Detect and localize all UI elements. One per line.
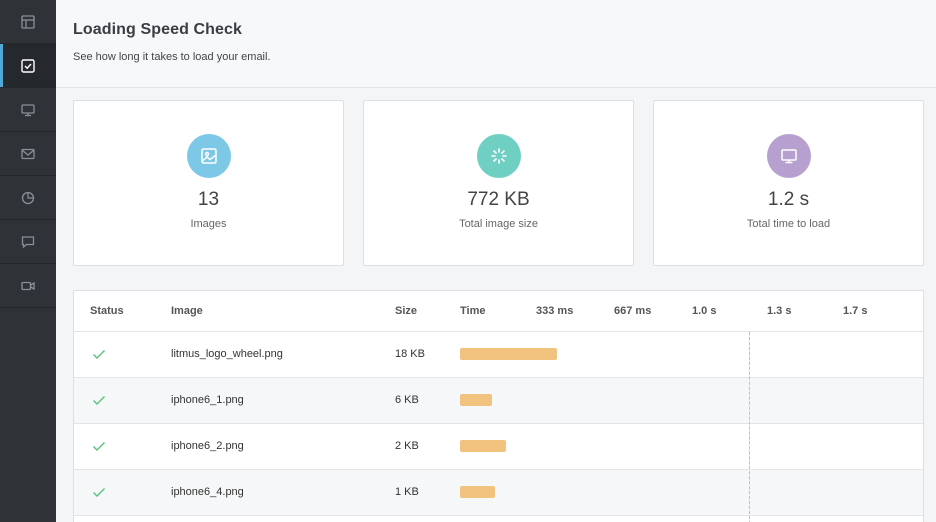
card-label: Total image size	[459, 218, 538, 230]
image-size: 18 KB	[395, 348, 425, 360]
mail-icon	[21, 148, 35, 159]
layout-icon	[21, 14, 35, 29]
table-row[interactable]: litmus_logo_wheel.png 18 KB	[74, 332, 923, 378]
summary-cards: 13 Images 772 KB Total image size 1.2 s …	[73, 100, 924, 266]
total-time-marker	[749, 332, 750, 522]
check-icon	[91, 484, 107, 503]
card-total-time: 1.2 s Total time to load	[653, 100, 924, 266]
tick-label: 667 ms	[614, 305, 652, 317]
image-size: 6 KB	[395, 394, 419, 406]
sidebar	[0, 0, 56, 522]
sidebar-item-analytics[interactable]	[0, 176, 56, 220]
sidebar-item-layout[interactable]	[0, 0, 56, 44]
time-bar	[460, 394, 492, 406]
card-icon-circle	[186, 134, 231, 178]
chat-icon	[21, 235, 35, 248]
card-label: Images	[190, 218, 227, 230]
monitor-icon	[21, 103, 35, 116]
image-name: iphone6_2.png	[171, 440, 244, 452]
sidebar-item-mail[interactable]	[0, 132, 56, 176]
page-header: Loading Speed Check See how long it take…	[56, 0, 936, 88]
card-value: 772 KB	[467, 189, 530, 210]
tick-label: 1.3 s	[767, 305, 792, 317]
col-size[interactable]: Size	[395, 305, 417, 317]
time-bar	[460, 440, 506, 452]
table-row[interactable]: iphone6_2.png 2 KB	[74, 424, 923, 470]
monitor-icon	[780, 149, 797, 164]
card-icon-circle	[476, 134, 521, 178]
page-title: Loading Speed Check	[73, 21, 243, 38]
page-subtitle: See how long it takes to load your email…	[73, 51, 271, 63]
image-size: 1 KB	[395, 486, 419, 498]
table-row[interactable]: iphone6_1.png 6 KB	[74, 378, 923, 424]
image-name: litmus_logo_wheel.png	[171, 348, 283, 360]
sidebar-item-video[interactable]	[0, 264, 56, 308]
col-status[interactable]: Status	[90, 305, 124, 317]
time-bar	[460, 486, 495, 498]
images-table: Status Image Size Time 333 ms 667 ms 1.0…	[73, 290, 924, 522]
pie-chart-icon	[21, 191, 35, 204]
table-row[interactable]: iphone6_4.png 1 KB	[74, 470, 923, 516]
image-name: iphone6_4.png	[171, 486, 244, 498]
card-value: 1.2 s	[767, 189, 810, 210]
table-header: Status Image Size Time 333 ms 667 ms 1.0…	[74, 291, 923, 332]
checkbox-icon	[21, 58, 35, 73]
card-label: Total time to load	[746, 218, 831, 230]
check-icon	[91, 346, 107, 365]
sidebar-item-checklist[interactable]	[0, 44, 56, 88]
col-image[interactable]: Image	[171, 305, 203, 317]
check-icon	[91, 392, 107, 411]
spinner-icon	[490, 148, 507, 164]
col-time[interactable]: Time	[460, 305, 485, 317]
tick-label: 1.7 s	[843, 305, 868, 317]
image-name: iphone6_1.png	[171, 394, 244, 406]
card-total-size: 772 KB Total image size	[363, 100, 634, 266]
image-size: 2 KB	[395, 440, 419, 452]
card-icon-circle	[766, 134, 811, 178]
card-images: 13 Images	[73, 100, 344, 266]
card-value: 13	[197, 189, 220, 210]
tick-label: 333 ms	[536, 305, 574, 317]
sidebar-item-comments[interactable]	[0, 220, 56, 264]
video-icon	[21, 281, 35, 290]
check-icon	[91, 438, 107, 457]
time-bar	[460, 348, 557, 360]
sidebar-item-previews[interactable]	[0, 88, 56, 132]
main-content: Loading Speed Check See how long it take…	[56, 0, 936, 522]
image-icon	[200, 148, 217, 164]
tick-label: 1.0 s	[692, 305, 717, 317]
